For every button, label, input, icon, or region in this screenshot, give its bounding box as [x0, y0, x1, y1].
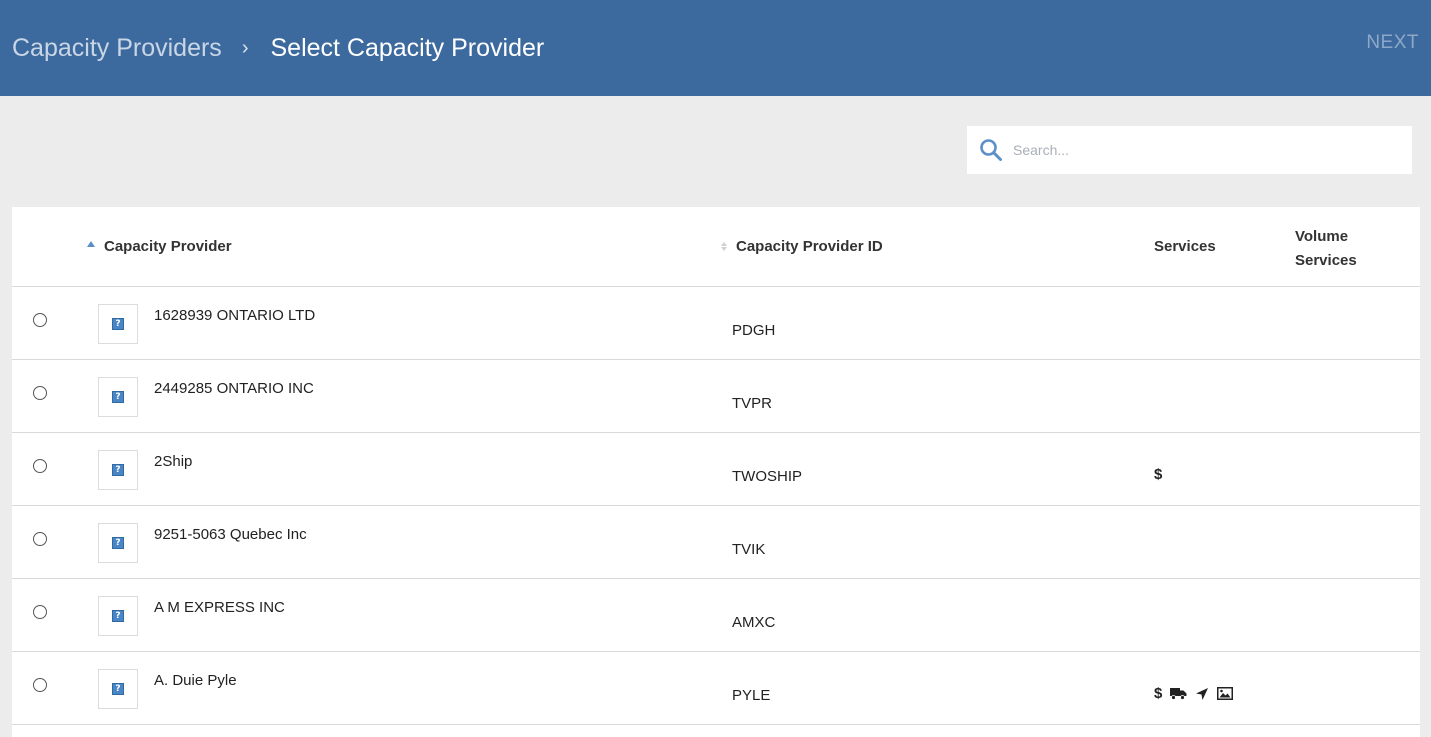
table-row[interactable]: ? 2Ship TWOSHIP $ — [12, 433, 1420, 506]
provider-id: TWOSHIP — [732, 468, 802, 485]
breadcrumb-separator: › — [241, 36, 249, 59]
location-arrow-icon — [1196, 687, 1209, 700]
provider-logo: ? — [98, 304, 138, 344]
breadcrumb-capacity-providers[interactable]: Capacity Providers — [12, 34, 222, 63]
provider-name: 2Ship — [154, 453, 193, 470]
table-row[interactable]: ? A. Duie Pyle PYLE $ — [12, 652, 1420, 725]
table-row[interactable]: ? A M EXPRESS INC AMXC — [12, 579, 1420, 652]
table-row[interactable]: ? 1628939 ONTARIO LTD PDGH — [12, 287, 1420, 360]
provider-services: $ — [1154, 685, 1234, 702]
provider-logo: ? — [98, 523, 138, 563]
provider-logo: ? — [98, 377, 138, 417]
row-radio[interactable] — [33, 459, 47, 473]
provider-services: $ — [1154, 466, 1162, 483]
capacity-provider-table: Capacity Provider Capacity Provider ID S… — [12, 207, 1420, 737]
search-icon — [980, 139, 1002, 161]
truck-icon — [1170, 688, 1187, 700]
provider-logo: ? — [98, 450, 138, 490]
row-radio[interactable] — [33, 605, 47, 619]
placeholder-image-icon: ? — [112, 318, 124, 330]
provider-name: A. Duie Pyle — [154, 672, 237, 689]
placeholder-image-icon: ? — [112, 391, 124, 403]
column-header-label: Capacity Provider ID — [736, 238, 883, 255]
provider-logo: ? — [98, 596, 138, 636]
next-button[interactable]: NEXT — [1366, 32, 1419, 54]
provider-id: TVPR — [732, 395, 773, 412]
column-header-volume-services: Volume Services — [1295, 225, 1385, 273]
provider-id: PDGH — [732, 322, 776, 339]
column-header-label: Volume — [1295, 228, 1349, 245]
top-bar: Capacity Providers › Select Capacity Pro… — [0, 0, 1431, 96]
sort-icon — [721, 242, 727, 251]
search-input[interactable] — [1013, 142, 1393, 158]
table-header: Capacity Provider Capacity Provider ID S… — [12, 207, 1420, 287]
column-header-label: Services — [1295, 252, 1357, 269]
provider-id: TVIK — [732, 541, 766, 558]
provider-name: 9251-5063 Quebec Inc — [154, 526, 307, 543]
row-radio[interactable] — [33, 678, 47, 692]
column-header-capacity-provider-id[interactable]: Capacity Provider ID — [721, 238, 883, 255]
sort-ascending-icon — [87, 240, 95, 247]
provider-id: PYLE — [732, 687, 771, 704]
placeholder-image-icon: ? — [112, 610, 124, 622]
row-radio[interactable] — [33, 313, 47, 327]
search-box[interactable] — [967, 126, 1412, 174]
row-radio[interactable] — [33, 532, 47, 546]
provider-id: AMXC — [732, 614, 776, 631]
column-header-services: Services — [1154, 238, 1216, 255]
column-header-capacity-provider[interactable]: Capacity Provider — [87, 238, 232, 255]
provider-name: 1628939 ONTARIO LTD — [154, 307, 316, 324]
column-header-label: Capacity Provider — [104, 238, 232, 255]
placeholder-image-icon: ? — [112, 464, 124, 476]
table-row[interactable]: ? 9251-5063 Quebec Inc TVIK — [12, 506, 1420, 579]
placeholder-image-icon: ? — [112, 537, 124, 549]
table-row[interactable]: ? 2449285 ONTARIO INC TVPR — [12, 360, 1420, 433]
provider-name: A M EXPRESS INC — [154, 599, 285, 616]
provider-name: 2449285 ONTARIO INC — [154, 380, 314, 397]
rating-dollar-icon: $ — [1154, 466, 1163, 483]
placeholder-image-icon: ? — [112, 683, 124, 695]
provider-logo: ? — [98, 669, 138, 709]
image-icon — [1217, 687, 1234, 700]
rating-dollar-icon: $ — [1154, 685, 1163, 702]
page-title: Select Capacity Provider — [270, 33, 545, 62]
row-radio[interactable] — [33, 386, 47, 400]
